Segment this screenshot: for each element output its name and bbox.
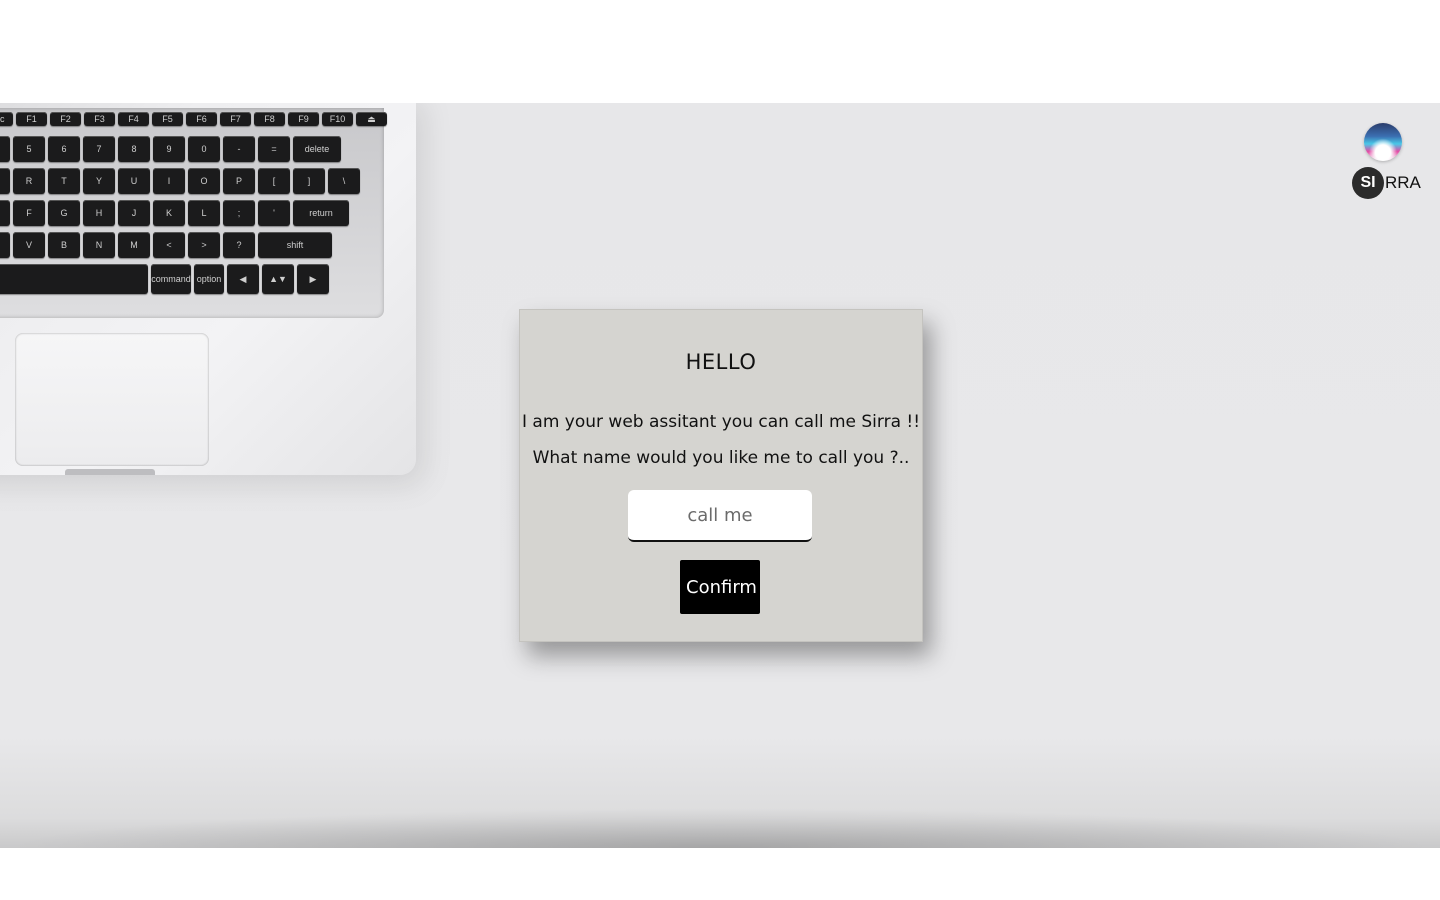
keyboard-row: escF1F2F3F4F5F6F7F8F9F10⏏ [0,112,387,126]
keyboard-key: F4 [118,112,149,126]
keyboard-key: E [0,168,10,194]
keyboard-key: esc [0,112,13,126]
keyboard-key: ' [258,200,290,226]
keyboard-key: F9 [288,112,319,126]
siri-orb-icon [1364,123,1402,161]
keyboard-key: M [118,232,150,258]
keyboard-key: R [13,168,45,194]
keyboard-key: 7 [83,136,115,162]
keyboard-key: [ [258,168,290,194]
keyboard-key: shift [258,232,332,258]
logo-badge: SI [1352,167,1384,199]
keyboard-row: DFGHJKL;'return [0,200,349,226]
keyboard-key: F7 [220,112,251,126]
keyboard-key: P [223,168,255,194]
keyboard-key: ◀ [227,264,259,294]
keyboard-key: 5 [13,136,45,162]
keyboard-key: J [118,200,150,226]
dialog-intro-text: I am your web assitant you can call me S… [521,412,921,432]
keyboard-key: F5 [152,112,183,126]
keyboard-key: ▶ [297,264,329,294]
keyboard-key: < [153,232,185,258]
keyboard-key: Y [83,168,115,194]
logo-wordmark: SI RRA [1352,167,1421,199]
keyboard-key: F10 [322,112,353,126]
laptop-notch [65,469,155,475]
keyboard-key: N [83,232,115,258]
keyboard-key: D [0,200,10,226]
keyboard-key: F6 [186,112,217,126]
keyboard-key: option [194,264,224,294]
keyboard-key: ; [223,200,255,226]
trackpad [15,333,209,466]
dialog-question-text: What name would you like me to call you … [532,448,910,468]
keyboard-key: 0 [188,136,220,162]
keyboard-row: CVBNM<>?shift [0,232,332,258]
keyboard-key: F1 [16,112,47,126]
confirm-button[interactable]: Confirm [680,560,760,614]
keyboard-key: H [83,200,115,226]
page: escF1F2F3F4F5F6F7F8F9F10⏏4567890-=delete… [0,0,1440,900]
keyboard-key [0,264,148,294]
laptop-image: escF1F2F3F4F5F6F7F8F9F10⏏4567890-=delete… [0,103,416,475]
keyboard-key: ▲▼ [262,264,294,294]
keyboard-key: delete [293,136,341,162]
keyboard-key: - [223,136,255,162]
dialog-title: HELLO [685,350,757,374]
hero-background: escF1F2F3F4F5F6F7F8F9F10⏏4567890-=delete… [0,103,1440,848]
logo-suffix: RRA [1385,173,1421,192]
keyboard-key: command [151,264,191,294]
sirra-logo[interactable]: SI RRA [1352,123,1421,203]
keyboard-key: V [13,232,45,258]
keyboard-key: O [188,168,220,194]
welcome-dialog: HELLO I am your web assitant you can cal… [519,309,923,642]
keyboard-key: G [48,200,80,226]
keyboard-key: F2 [50,112,81,126]
keyboard: escF1F2F3F4F5F6F7F8F9F10⏏4567890-=delete… [0,108,387,318]
keyboard-key: I [153,168,185,194]
keyboard-key: \ [328,168,360,194]
keyboard-key: ⏏ [356,112,387,126]
keyboard-key: B [48,232,80,258]
keyboard-key: ? [223,232,255,258]
keyboard-key: ] [293,168,325,194]
keyboard-key: L [188,200,220,226]
keyboard-key: = [258,136,290,162]
keyboard-key: U [118,168,150,194]
keyboard-key: C [0,232,10,258]
keyboard-key: 8 [118,136,150,162]
keyboard-key: F8 [254,112,285,126]
keyboard-key: 6 [48,136,80,162]
keyboard-key: F3 [84,112,115,126]
keyboard-key: return [293,200,349,226]
keyboard-key: 4 [0,136,10,162]
keyboard-row: ERTYUIOP[]\ [0,168,360,194]
keyboard-key: 9 [153,136,185,162]
keyboard-key: K [153,200,185,226]
keyboard-key: > [188,232,220,258]
name-input[interactable] [628,490,812,542]
keyboard-row: command option ◀ ▲▼ ▶ [0,264,329,294]
keyboard-row: 4567890-=delete [0,136,341,162]
keyboard-key: F [13,200,45,226]
keyboard-key: T [48,168,80,194]
